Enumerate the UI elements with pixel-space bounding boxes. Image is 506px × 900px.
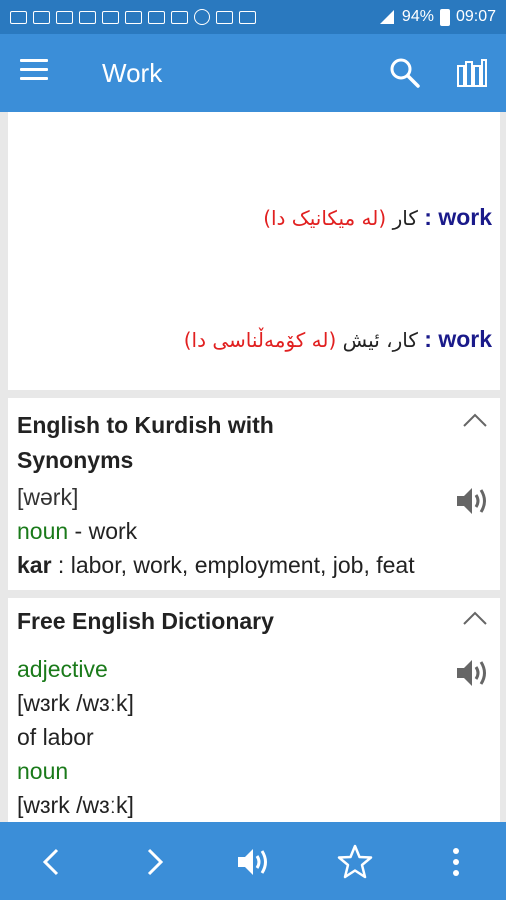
card-title: English to Kurdish with Synonyms bbox=[17, 408, 274, 478]
speaker-icon[interactable] bbox=[454, 484, 490, 518]
chevron-right-icon[interactable] bbox=[134, 842, 174, 882]
synonyms-line: kar : labor, work, employment, job, feat bbox=[17, 548, 415, 582]
app-icon bbox=[125, 10, 142, 24]
meaning-text: کار bbox=[392, 206, 418, 230]
kurdish-headword: kar bbox=[17, 552, 52, 578]
card-title-line: Synonyms bbox=[17, 447, 134, 473]
battery-percent: 94% bbox=[401, 8, 434, 25]
mail-icon bbox=[216, 10, 233, 24]
card-title-line: English to Kurdish with bbox=[17, 412, 274, 438]
context-text: (له کۆمەڵناسی دا) bbox=[183, 328, 337, 352]
chevron-left-icon[interactable] bbox=[32, 842, 72, 882]
synonyms-text: : labor, work, employment, job, feat bbox=[51, 552, 415, 578]
app-title: Work bbox=[102, 58, 163, 88]
star-icon[interactable] bbox=[335, 842, 375, 882]
meaning-text: کار، ئیش bbox=[342, 328, 418, 352]
video-icon bbox=[239, 10, 256, 24]
headword: work bbox=[438, 326, 492, 352]
pronunciation: [wɜrk /wɜːk] bbox=[17, 792, 134, 818]
speaker-icon[interactable] bbox=[234, 842, 274, 882]
more-vertical-icon[interactable] bbox=[436, 842, 476, 882]
app-icon bbox=[79, 10, 96, 24]
books-icon[interactable] bbox=[456, 58, 488, 88]
chevron-up-icon[interactable] bbox=[462, 410, 488, 430]
part-of-speech: noun bbox=[17, 758, 69, 784]
speaker-icon[interactable] bbox=[454, 656, 490, 690]
app-icon bbox=[102, 10, 119, 24]
app-icon bbox=[171, 10, 188, 24]
part-of-speech: adjective bbox=[17, 656, 108, 682]
share-icon bbox=[56, 10, 73, 24]
image-icon bbox=[33, 10, 50, 24]
notification-icons bbox=[10, 9, 256, 25]
pos-word: work bbox=[88, 518, 138, 544]
chevron-up-icon[interactable] bbox=[462, 608, 488, 628]
bottom-toolbar bbox=[0, 822, 506, 900]
message-icon bbox=[10, 10, 27, 24]
part-of-speech: noun bbox=[17, 518, 69, 544]
app-bar: Work bbox=[0, 34, 506, 112]
definition: of labor bbox=[17, 724, 94, 750]
card-title: Free English Dictionary bbox=[17, 608, 274, 634]
context-text: (له میکانیک دا) bbox=[263, 206, 387, 230]
hamburger-icon[interactable] bbox=[20, 59, 48, 83]
system-status: 94% 09:07 bbox=[378, 8, 496, 26]
signal-icon bbox=[379, 10, 394, 24]
app-icon bbox=[148, 10, 165, 24]
separator: : bbox=[424, 326, 432, 352]
headword: work bbox=[438, 204, 492, 230]
search-icon[interactable] bbox=[388, 56, 422, 90]
target-icon bbox=[194, 9, 210, 25]
pos-separator: - bbox=[68, 518, 89, 544]
battery-icon bbox=[439, 8, 450, 26]
separator: : bbox=[424, 204, 432, 230]
translation-card: کار (له میکانیک دا) : work کار، ئیش (له … bbox=[8, 112, 500, 390]
synonyms-card: English to Kurdish with Synonyms [wərk] … bbox=[8, 398, 500, 590]
translation-entry: کار، ئیش (له کۆمەڵناسی دا) : work bbox=[184, 326, 492, 353]
pronunciation: [wɜrk /wɜːk] bbox=[17, 690, 134, 716]
clock: 09:07 bbox=[455, 8, 496, 25]
translation-entry: کار (له میکانیک دا) : work bbox=[263, 204, 492, 231]
status-bar: 94% 09:07 bbox=[0, 0, 506, 34]
dictionary-card: Free English Dictionary adjective [wɜrk … bbox=[8, 598, 500, 828]
pronunciation: [wərk] bbox=[17, 484, 79, 510]
part-of-speech-line: noun - work bbox=[17, 514, 137, 548]
